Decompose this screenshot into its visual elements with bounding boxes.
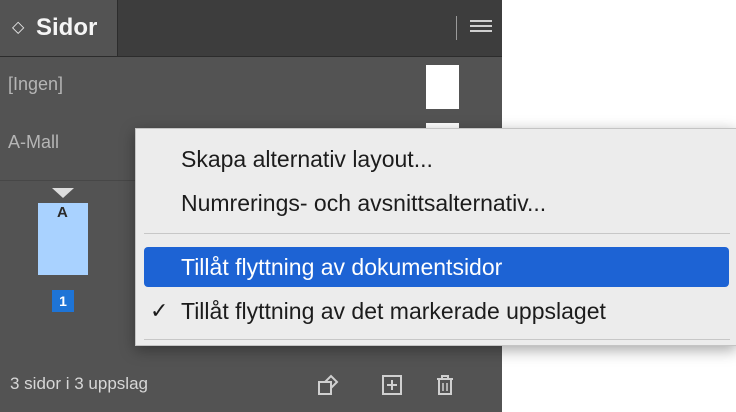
menu-item-label: Skapa alternativ layout... bbox=[181, 146, 433, 172]
menu-item-numbering-section-options[interactable]: Numrerings- och avsnittsalternativ... bbox=[136, 183, 736, 223]
page-number-badge[interactable]: 1 bbox=[52, 290, 74, 312]
status-text: 3 sidor i 3 uppslag bbox=[10, 374, 148, 393]
menu-separator bbox=[144, 233, 730, 234]
master-label: A-Mall bbox=[8, 132, 60, 152]
panel-tab-bar: ◇ Sidor bbox=[0, 0, 502, 57]
master-thumbnail[interactable] bbox=[426, 65, 459, 109]
page-master-letter: A bbox=[57, 204, 68, 221]
panel-menu-icon[interactable] bbox=[470, 20, 492, 36]
tab-bar-divider bbox=[456, 16, 457, 40]
collapse-chevron-icon[interactable]: ◇ bbox=[12, 18, 24, 38]
menu-item-label: Tillåt flyttning av dokumentsidor bbox=[181, 254, 503, 280]
menu-item-create-alternate-layout[interactable]: Skapa alternativ layout... bbox=[136, 139, 736, 179]
menu-item-label: Numrerings- och avsnittsalternativ... bbox=[181, 190, 547, 216]
menu-separator bbox=[144, 339, 730, 340]
new-page-icon[interactable] bbox=[380, 373, 404, 397]
trash-icon[interactable] bbox=[433, 373, 457, 397]
context-menu: Skapa alternativ layout... Numrerings- o… bbox=[135, 128, 736, 346]
menu-item-allow-document-pages-shuffle[interactable]: Tillåt flyttning av dokumentsidor bbox=[144, 247, 729, 287]
edit-page-size-icon[interactable] bbox=[316, 373, 340, 397]
master-label: [Ingen] bbox=[8, 74, 64, 94]
menu-item-label: Tillåt flyttning av det markerade uppsla… bbox=[181, 298, 606, 324]
master-row-none[interactable]: [Ingen] bbox=[0, 58, 502, 116]
tab-pages[interactable]: ◇ Sidor bbox=[0, 0, 118, 56]
current-page-marker-icon bbox=[52, 188, 74, 198]
tab-title: Sidor bbox=[36, 14, 98, 41]
menu-item-allow-selected-spread-shuffle[interactable]: ✓ Tillåt flyttning av det markerade upps… bbox=[136, 291, 736, 331]
checkmark-icon: ✓ bbox=[150, 298, 169, 323]
